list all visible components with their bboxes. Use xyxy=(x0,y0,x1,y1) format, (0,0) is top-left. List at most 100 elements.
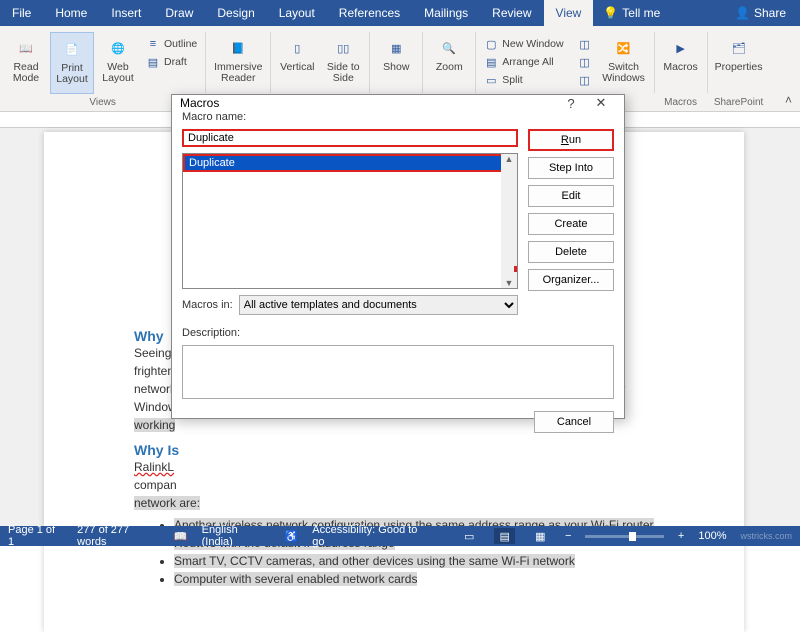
zoom-level[interactable]: 100% xyxy=(698,530,726,542)
tab-file[interactable]: File xyxy=(0,0,43,26)
macros-icon: ▶ xyxy=(669,36,693,60)
split-label: Split xyxy=(502,74,522,86)
print-layout-label: Print Layout xyxy=(51,63,93,85)
split-button[interactable]: ▭ Split xyxy=(484,72,563,88)
accessibility-icon: ♿ xyxy=(285,530,299,543)
macros-in-select[interactable]: All active templates and documents xyxy=(239,295,518,315)
status-language[interactable]: English (India) xyxy=(202,524,271,548)
tab-insert[interactable]: Insert xyxy=(99,0,153,26)
draft-button[interactable]: ▤Draft xyxy=(146,54,197,70)
p2b: compan xyxy=(134,478,177,492)
web-layout-button[interactable]: 🌐 Web Layout xyxy=(96,32,140,94)
description-box[interactable] xyxy=(182,345,614,399)
vs1-icon: ◫ xyxy=(578,37,592,51)
switch-label: Switch Windows xyxy=(598,62,650,84)
vertical-icon: ▯ xyxy=(285,36,309,60)
view-side-2[interactable]: ◫ xyxy=(578,54,592,70)
macro-list[interactable]: Duplicate ▲ ▼ xyxy=(182,153,518,289)
dialog-titlebar[interactable]: Macros ? ✕ xyxy=(172,95,624,111)
read-mode-icon: 📖 xyxy=(14,36,38,60)
vs2-icon: ◫ xyxy=(578,55,592,69)
zoom-thumb[interactable] xyxy=(629,532,636,541)
arrange-all-button[interactable]: ▤ Arrange All xyxy=(484,54,563,70)
edit-button[interactable]: Edit xyxy=(528,185,614,207)
new-window-button[interactable]: ▢New Window xyxy=(484,36,563,52)
heading-2: Why Is xyxy=(134,442,684,458)
p1a: Seeing xyxy=(134,346,171,360)
help-button[interactable]: ? xyxy=(556,96,586,111)
view-side-3[interactable]: ◫ xyxy=(578,72,592,88)
p1c: network xyxy=(134,382,176,396)
share-button[interactable]: 👤 Share xyxy=(721,0,800,26)
create-button[interactable]: Create xyxy=(528,213,614,235)
view-side-1[interactable]: ◫ xyxy=(578,36,592,52)
arrange-label: Arrange All xyxy=(502,56,553,68)
zoom-button[interactable]: 🔍 Zoom xyxy=(427,32,471,94)
side-label: Side to Side xyxy=(321,62,365,84)
macro-list-item[interactable]: Duplicate xyxy=(183,154,517,172)
run-button[interactable]: RRunun xyxy=(528,129,614,151)
immersive-reader-button[interactable]: 📘 Immersive Reader xyxy=(210,32,266,94)
organizer-button[interactable]: Organizer... xyxy=(528,269,614,291)
show-button[interactable]: ▦ Show xyxy=(374,32,418,94)
properties-label: Properties xyxy=(715,62,763,73)
arrange-icon: ▤ xyxy=(484,55,498,69)
resize-handle-icon[interactable] xyxy=(514,266,518,272)
vs3-icon: ◫ xyxy=(578,73,592,87)
web-view-button[interactable]: ▦ xyxy=(529,528,551,544)
macros-button[interactable]: ▶ Macros xyxy=(659,32,703,94)
show-icon: ▦ xyxy=(384,36,408,60)
cancel-button[interactable]: Cancel xyxy=(534,411,614,433)
print-layout-button[interactable]: 📄 Print Layout xyxy=(50,32,94,94)
macro-name-input[interactable] xyxy=(182,129,518,147)
group-sharepoint-label: SharePoint xyxy=(714,97,763,111)
split-icon: ▭ xyxy=(484,73,498,87)
group-views-label: Views xyxy=(89,97,116,111)
vertical-button[interactable]: ▯ Vertical xyxy=(275,32,319,94)
status-bar: Page 1 of 1 277 of 277 words 📖 English (… xyxy=(0,526,800,546)
status-words[interactable]: 277 of 277 words xyxy=(77,524,160,548)
zoom-slider[interactable] xyxy=(585,535,663,538)
read-mode-button[interactable]: 📖 Read Mode xyxy=(4,32,48,94)
dialog-title: Macros xyxy=(180,96,219,110)
collapse-ribbon-button[interactable]: ˄ xyxy=(785,93,792,107)
print-view-button[interactable]: ▤ xyxy=(494,528,516,544)
status-accessibility[interactable]: Accessibility: Good to go xyxy=(312,524,430,548)
macro-name-label: Macro name: xyxy=(182,111,518,123)
watermark: wstricks.com xyxy=(740,531,792,541)
switch-windows-button[interactable]: 🔀 Switch Windows xyxy=(598,32,650,94)
tab-references[interactable]: References xyxy=(327,0,412,26)
focus-view-button[interactable]: ▭ xyxy=(458,528,480,544)
status-page[interactable]: Page 1 of 1 xyxy=(8,524,63,548)
zoom-icon: 🔍 xyxy=(437,36,461,60)
delete-button[interactable]: Delete xyxy=(528,241,614,263)
web-layout-label: Web Layout xyxy=(96,62,140,84)
tab-review[interactable]: Review xyxy=(480,0,543,26)
spellcheck-icon[interactable]: 📖 xyxy=(174,530,188,543)
outline-button[interactable]: ≡Outline xyxy=(146,36,197,52)
tab-home[interactable]: Home xyxy=(43,0,99,26)
tab-draw[interactable]: Draw xyxy=(153,0,205,26)
outline-label: Outline xyxy=(164,38,197,50)
tab-mailings[interactable]: Mailings xyxy=(412,0,480,26)
scroll-down-icon[interactable]: ▼ xyxy=(505,278,514,288)
close-button[interactable]: ✕ xyxy=(586,95,616,111)
properties-button[interactable]: 🗂 Properties xyxy=(712,32,766,94)
zoom-in-button[interactable]: + xyxy=(678,530,684,542)
tab-design[interactable]: Design xyxy=(205,0,266,26)
properties-icon: 🗂 xyxy=(727,36,751,60)
step-into-button[interactable]: Step Into xyxy=(528,157,614,179)
share-label: Share xyxy=(754,6,786,20)
tab-layout[interactable]: Layout xyxy=(267,0,327,26)
zoom-out-button[interactable]: − xyxy=(565,530,571,542)
group-macros-label: Macros xyxy=(664,97,697,111)
read-mode-label: Read Mode xyxy=(4,62,48,84)
bullet-4: Computer with several enabled network ca… xyxy=(174,570,684,588)
web-layout-icon: 🌐 xyxy=(106,36,130,60)
tell-me[interactable]: 💡 Tell me xyxy=(593,0,670,26)
switch-icon: 🔀 xyxy=(612,36,636,60)
side-to-side-button[interactable]: ▯▯ Side to Side xyxy=(321,32,365,94)
scroll-up-icon[interactable]: ▲ xyxy=(505,154,514,164)
share-icon: 👤 xyxy=(735,6,750,20)
tab-view[interactable]: View xyxy=(544,0,594,26)
